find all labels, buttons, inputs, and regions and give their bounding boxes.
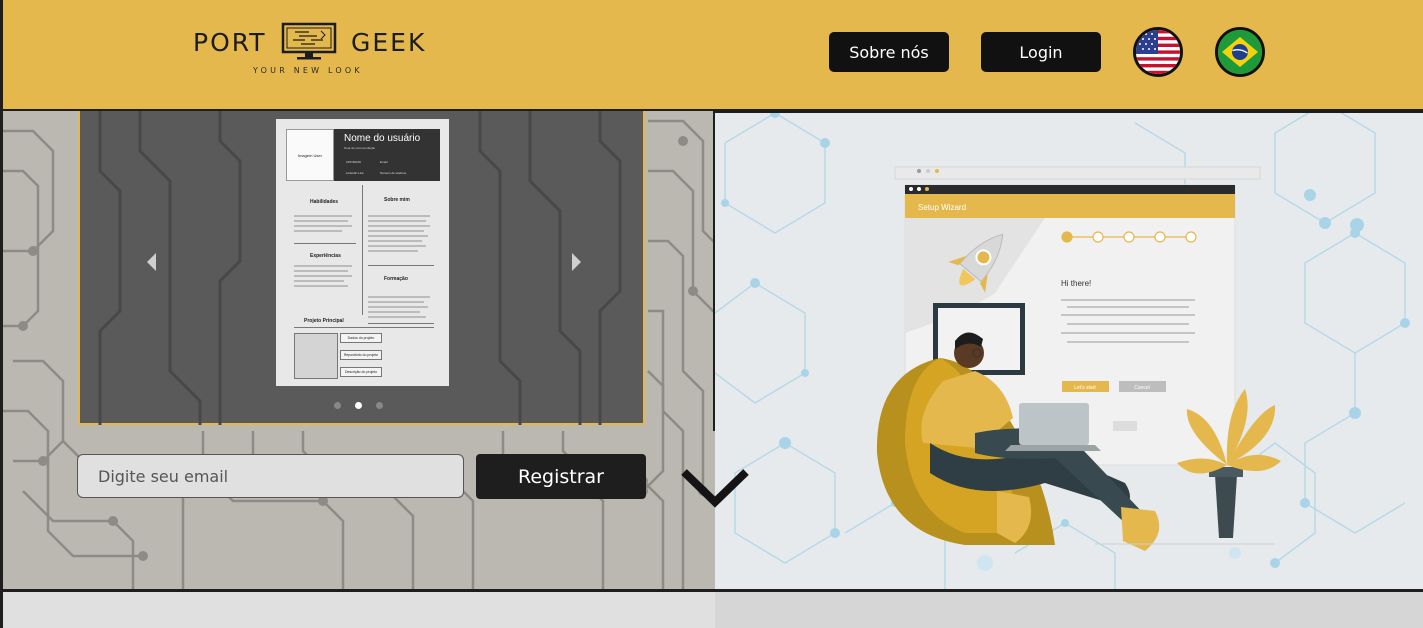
carousel-dot-3[interactable] [376,402,383,409]
cv-section-education: Formação [384,276,408,282]
cv-text-line [368,250,418,252]
svg-text:Cancel: Cancel [1134,385,1150,391]
cv-section-project: Projeto Principal [304,318,344,324]
cv-separator [368,265,434,266]
cv-name: Nome do usuário [344,133,421,144]
cv-text-line [294,275,352,277]
hero-left-panel: Imagem User Nome do usuário Nota de reco… [0,111,715,589]
logo-word-geek: GEEK [351,28,427,57]
cv-text-line [294,230,342,232]
cv-text-line [368,311,420,313]
cv-subtitle: Nota de recomendação [344,146,376,150]
monitor-icon [281,22,337,60]
cv-text-line [368,215,430,217]
carousel-dot-2[interactable] [355,402,362,409]
logo-tagline: YOUR NEW LOOK [253,66,363,75]
cv-column-divider [362,185,363,315]
cv-text-line [294,270,348,272]
about-us-button[interactable]: Sobre nós [829,32,949,72]
wizard-title: Setup Wizard [918,203,966,212]
cv-text-line [368,235,428,237]
cv-section-experience: Experiências [310,253,341,259]
cv-contact-email: Email [380,160,388,164]
cv-text-line [368,245,426,247]
cv-text-line [368,316,426,318]
cv-header: Nome do usuário Nota de recomendação CPF… [334,129,440,181]
logo-word-port: PORT [193,28,267,57]
next-section-right [715,592,1423,628]
email-input[interactable] [77,454,464,498]
portgeek-logo[interactable]: PORT GEEK YOUR NEW LOOK [191,22,427,80]
cv-text-line [368,225,430,227]
page: PORT GEEK YOUR NEW LOOK Sobre nós Login [0,0,1423,628]
brazil-flag-icon[interactable] [1215,27,1265,77]
top-header: PORT GEEK YOUR NEW LOOK Sobre nós Login [0,0,1423,111]
carousel-dot-1[interactable] [334,402,341,409]
svg-text:Let's start: Let's start [1074,385,1096,391]
login-button[interactable]: Login [981,32,1101,72]
cv-text-line [368,240,422,242]
cv-text-line [294,225,352,227]
resume-carousel[interactable]: Imagem User Nome do usuário Nota de reco… [78,111,645,425]
cv-separator [294,243,356,244]
svg-text:Hi there!: Hi there! [1061,279,1091,288]
cv-contact-phone: Número de telefone [380,171,407,175]
carousel-prev-icon[interactable] [144,251,158,273]
cv-contact-linkedin: LinkedIn Link [346,171,364,175]
hero-illustration-panel: Setup Wizard Hi there! Let's start Cance… [715,111,1423,589]
cv-photo-placeholder: Imagem User [286,129,334,181]
carousel-indicators [334,402,383,409]
cv-text-line [368,230,424,232]
cv-section-skills: Habilidades [310,199,339,205]
cv-separator [294,327,434,328]
cv-text-line [368,301,424,303]
cv-project-repo: Repositório do projeto [340,350,382,360]
cv-contact-id: CPF/RG/NI [346,160,362,164]
cv-separator [368,323,434,324]
cv-project-data: Dados do projeto [340,333,382,343]
next-section-left [0,592,715,628]
cv-section-about: Sobre mim [384,197,410,203]
cv-project-description: Descrição do projeto [340,367,382,377]
cv-text-line [294,220,348,222]
cv-text-line [368,296,430,298]
cv-text-line [368,220,426,222]
cv-text-line [294,280,344,282]
scroll-down-chevron-icon[interactable] [680,466,750,510]
resume-preview: Imagem User Nome do usuário Nota de reco… [276,119,449,386]
register-button[interactable]: Registrar [476,454,646,499]
cv-text-line [294,265,352,267]
cv-text-line [294,285,348,287]
carousel-next-icon[interactable] [570,251,584,273]
setup-wizard-illustration: Setup Wizard Hi there! Let's start Cance… [715,113,1410,589]
cv-text-line [368,306,428,308]
cv-text-line [294,215,352,217]
us-flag-icon[interactable] [1133,27,1183,77]
cv-project-image [294,333,338,379]
